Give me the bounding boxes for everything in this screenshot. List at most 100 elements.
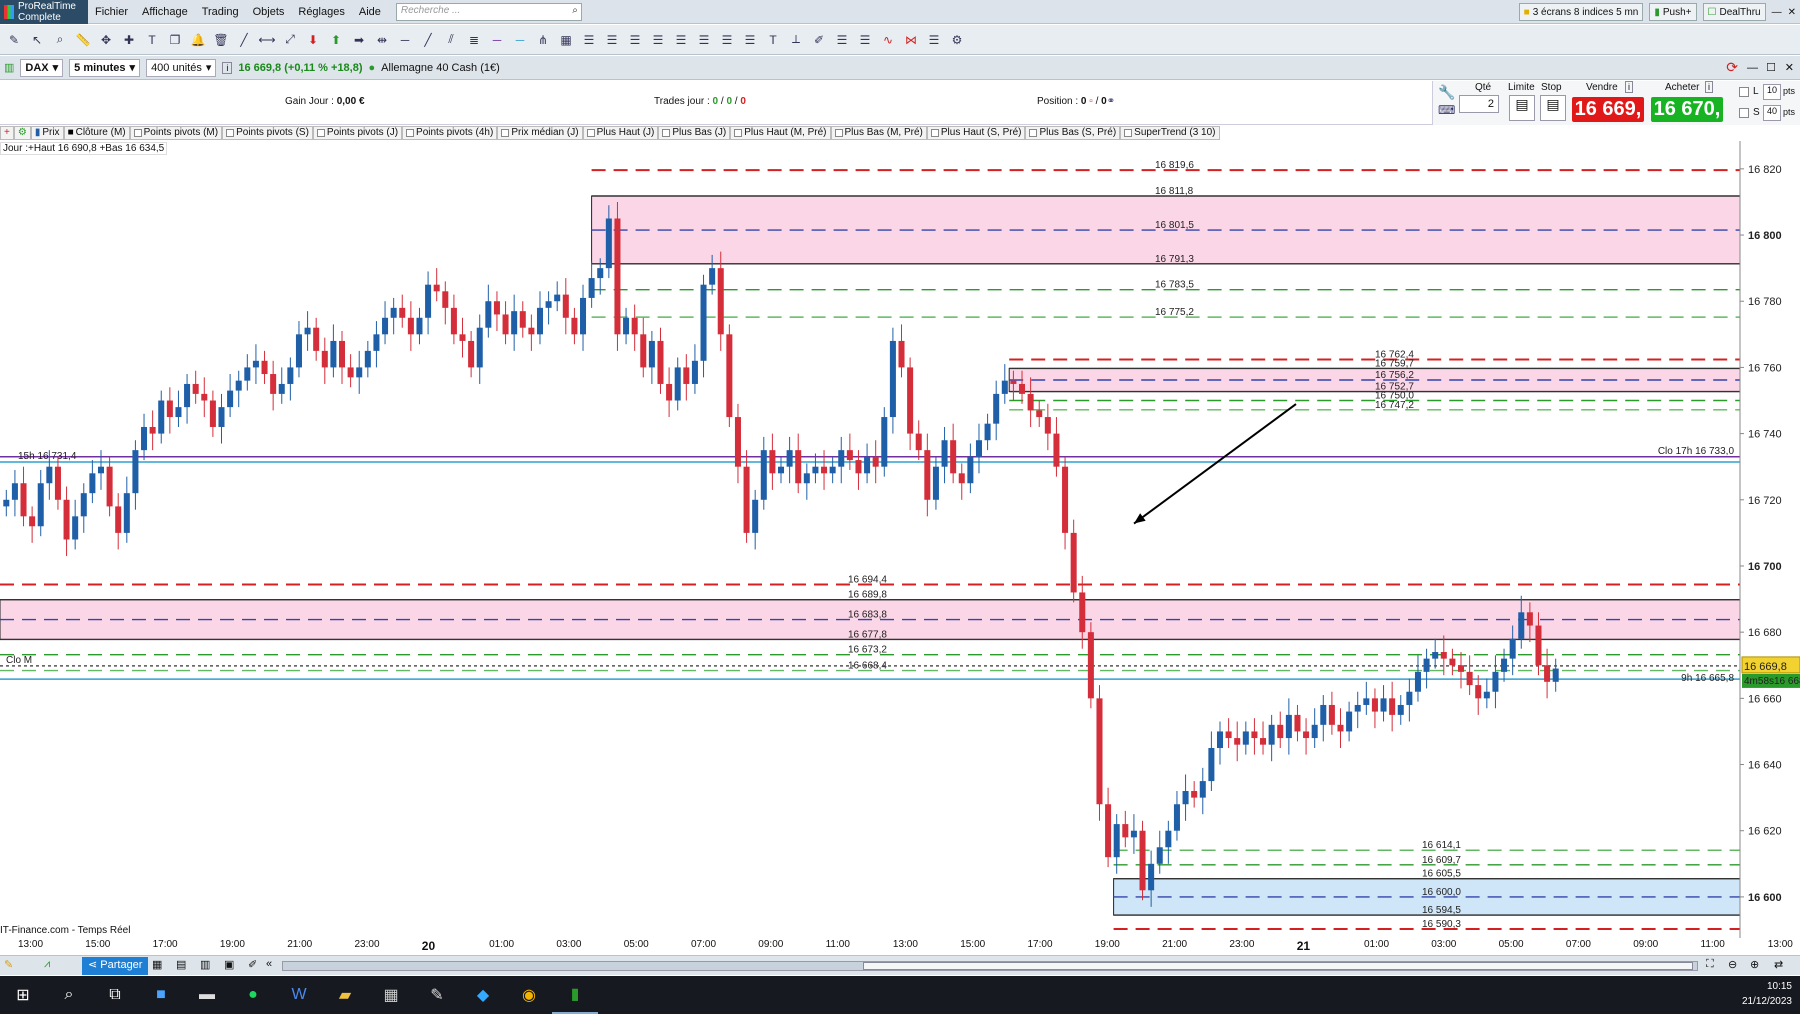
indicator-cloture[interactable]: ■ Clôture (M) <box>63 125 130 140</box>
keyboard-icon[interactable]: ⌨ <box>1438 103 1455 117</box>
crosshair-icon[interactable]: ✚ <box>119 30 139 50</box>
word-icon[interactable]: W <box>276 976 322 1014</box>
line-icon[interactable]: ╱ <box>234 30 254 50</box>
share-button[interactable]: ⋖ Partager <box>82 957 149 975</box>
indicator-prix-median[interactable]: Prix médian (J) <box>497 125 583 140</box>
chart-type-icon[interactable]: ▥ <box>4 61 14 74</box>
indicator-supertrend[interactable]: SuperTrend (3 10) <box>1120 125 1220 140</box>
search-input[interactable]: Recherche ... ⌕ <box>395 2 582 21</box>
app-icon[interactable]: ◆ <box>460 976 506 1014</box>
checkbox[interactable] <box>930 128 939 137</box>
zoom-fit-icon[interactable]: ⛶ <box>1706 958 1714 971</box>
window-close-icon[interactable]: ✕ <box>1785 61 1794 74</box>
indicator-prix[interactable]: ▮ Prix <box>30 125 64 140</box>
horizontal-line-icon[interactable]: ─ <box>395 30 415 50</box>
blue-line-icon[interactable]: ─ <box>510 30 530 50</box>
level-icon-8[interactable]: ☰ <box>740 30 760 50</box>
indicator-plus-haut-s[interactable]: Plus Haut (S, Pré) <box>926 125 1026 140</box>
level-icon-5[interactable]: ☰ <box>671 30 691 50</box>
menu-objets[interactable]: Objets <box>246 6 292 18</box>
sell-info-icon[interactable]: i <box>1625 81 1633 93</box>
checkbox[interactable] <box>226 128 235 137</box>
screens-button[interactable]: ■ 3 écrans 8 indices 5 mn <box>1518 3 1644 21</box>
buy-info-icon[interactable]: i <box>1705 81 1713 93</box>
checkbox[interactable] <box>734 128 743 137</box>
checkbox[interactable] <box>662 128 671 137</box>
chart-style-icon[interactable]: ⩘ <box>44 958 50 971</box>
channel-icon[interactable]: ⫽ <box>441 30 461 50</box>
link-icon[interactable]: ⚭ <box>1107 96 1115 107</box>
right-arrow-icon[interactable]: ➡ <box>349 30 369 50</box>
indicator-plus-bas-s[interactable]: Plus Bas (S, Pré) <box>1025 125 1121 140</box>
store-icon[interactable]: ■ <box>138 976 184 1014</box>
menu-aide[interactable]: Aide <box>352 6 388 18</box>
scroll-left-icon[interactable]: « <box>266 958 272 970</box>
menu-affichage[interactable]: Affichage <box>135 6 195 18</box>
alert-icon[interactable]: 🔔 <box>188 30 208 50</box>
purple-line-icon[interactable]: ─ <box>487 30 507 50</box>
trendline-icon[interactable]: ╱ <box>418 30 438 50</box>
level-icon-3[interactable]: ☰ <box>625 30 645 50</box>
text-box-icon[interactable]: T <box>763 30 783 50</box>
checkbox[interactable] <box>586 128 595 137</box>
window-maximize-icon[interactable]: ☐ <box>1766 61 1776 74</box>
checkbox[interactable] <box>406 128 415 137</box>
wrench-icon[interactable]: 🔧 <box>1438 84 1455 101</box>
l-input[interactable]: 10 <box>1763 84 1781 100</box>
pencil-icon[interactable]: ✎ <box>4 30 24 50</box>
menu-trading[interactable]: Trading <box>195 6 246 18</box>
segment-icon[interactable]: ⟷ <box>257 30 277 50</box>
wave-icon[interactable]: ∿ <box>878 30 898 50</box>
checkbox[interactable] <box>316 128 325 137</box>
indicator-pivots-s[interactable]: Points pivots (S) <box>222 125 313 140</box>
add-indicator-button[interactable]: + <box>0 125 14 140</box>
indicator-add-icon[interactable]: ✎ <box>4 958 13 971</box>
level-icon-6[interactable]: ☰ <box>694 30 714 50</box>
indicator-menu-button[interactable]: ⚙ <box>13 125 31 140</box>
timeframe-select[interactable]: 5 minutes ▾ <box>69 58 141 77</box>
indicator-pivots-j[interactable]: Points pivots (J) <box>312 125 403 140</box>
down-arrow-icon[interactable]: ⬇ <box>303 30 323 50</box>
pattern-icon[interactable]: ⋈ <box>901 30 921 50</box>
table-icon[interactable]: ▤ <box>176 958 186 971</box>
indicator-pivots-m[interactable]: Points pivots (M) <box>129 125 223 140</box>
level-icon-1[interactable]: ☰ <box>579 30 599 50</box>
checkbox[interactable] <box>1124 128 1133 137</box>
sell-button[interactable]: 16 669, <box>1572 97 1644 122</box>
chart-icon[interactable]: ▥ <box>200 958 210 971</box>
level-icon-9[interactable]: ☰ <box>832 30 852 50</box>
task-view-icon[interactable]: ⧉ <box>92 976 138 1014</box>
ruler-icon[interactable]: 📏 <box>73 30 93 50</box>
info-icon[interactable]: i <box>222 61 233 74</box>
menu-fichier[interactable]: Fichier <box>88 6 135 18</box>
up-arrow-icon[interactable]: ⬆ <box>326 30 346 50</box>
settings-icon[interactable]: ⚙ <box>947 30 967 50</box>
indicator-plus-bas-j[interactable]: Plus Bas (J) <box>658 125 731 140</box>
text-icon[interactable]: T <box>142 30 162 50</box>
zoom-out-icon[interactable]: ⊖ <box>1728 958 1737 971</box>
fibo-icon[interactable]: ≣ <box>464 30 484 50</box>
checkbox[interactable] <box>133 128 142 137</box>
cursor-icon[interactable]: ↖ <box>27 30 47 50</box>
pitchfork-icon[interactable]: ⋔ <box>533 30 553 50</box>
chrome-icon[interactable]: ◉ <box>506 976 552 1014</box>
buy-button[interactable]: 16 670, <box>1651 97 1723 122</box>
stop-button[interactable]: ▤ <box>1540 95 1566 121</box>
push-button[interactable]: ▮ Push+ <box>1649 3 1697 21</box>
price-chart[interactable]: 16 819,6 16 811,8 16 801,5 16 791,3 16 783,5… <box>0 141 1800 938</box>
indicator-plus-bas-m[interactable]: Plus Bas (M, Pré) <box>830 125 927 140</box>
level-icon-4[interactable]: ☰ <box>648 30 668 50</box>
checkbox[interactable] <box>834 128 843 137</box>
indicator-pivots-4h[interactable]: Points pivots (4h) <box>402 125 498 140</box>
copy-icon[interactable]: ❐ <box>165 30 185 50</box>
menu-reglages[interactable]: Réglages <box>291 6 351 18</box>
folder-icon[interactable]: ▰ <box>322 976 368 1014</box>
zoom-in-icon[interactable]: ⊕ <box>1750 958 1759 971</box>
hline-icon[interactable]: ⇹ <box>372 30 392 50</box>
qty-input[interactable]: 2 <box>1459 95 1499 113</box>
window-minimize-icon[interactable]: — <box>1747 62 1758 74</box>
search-icon[interactable]: ⌕ <box>572 5 578 16</box>
image-icon[interactable]: ▣ <box>224 958 234 971</box>
explorer-icon[interactable]: ▬ <box>184 976 230 1014</box>
search-icon[interactable]: ⌕ <box>46 976 92 1014</box>
